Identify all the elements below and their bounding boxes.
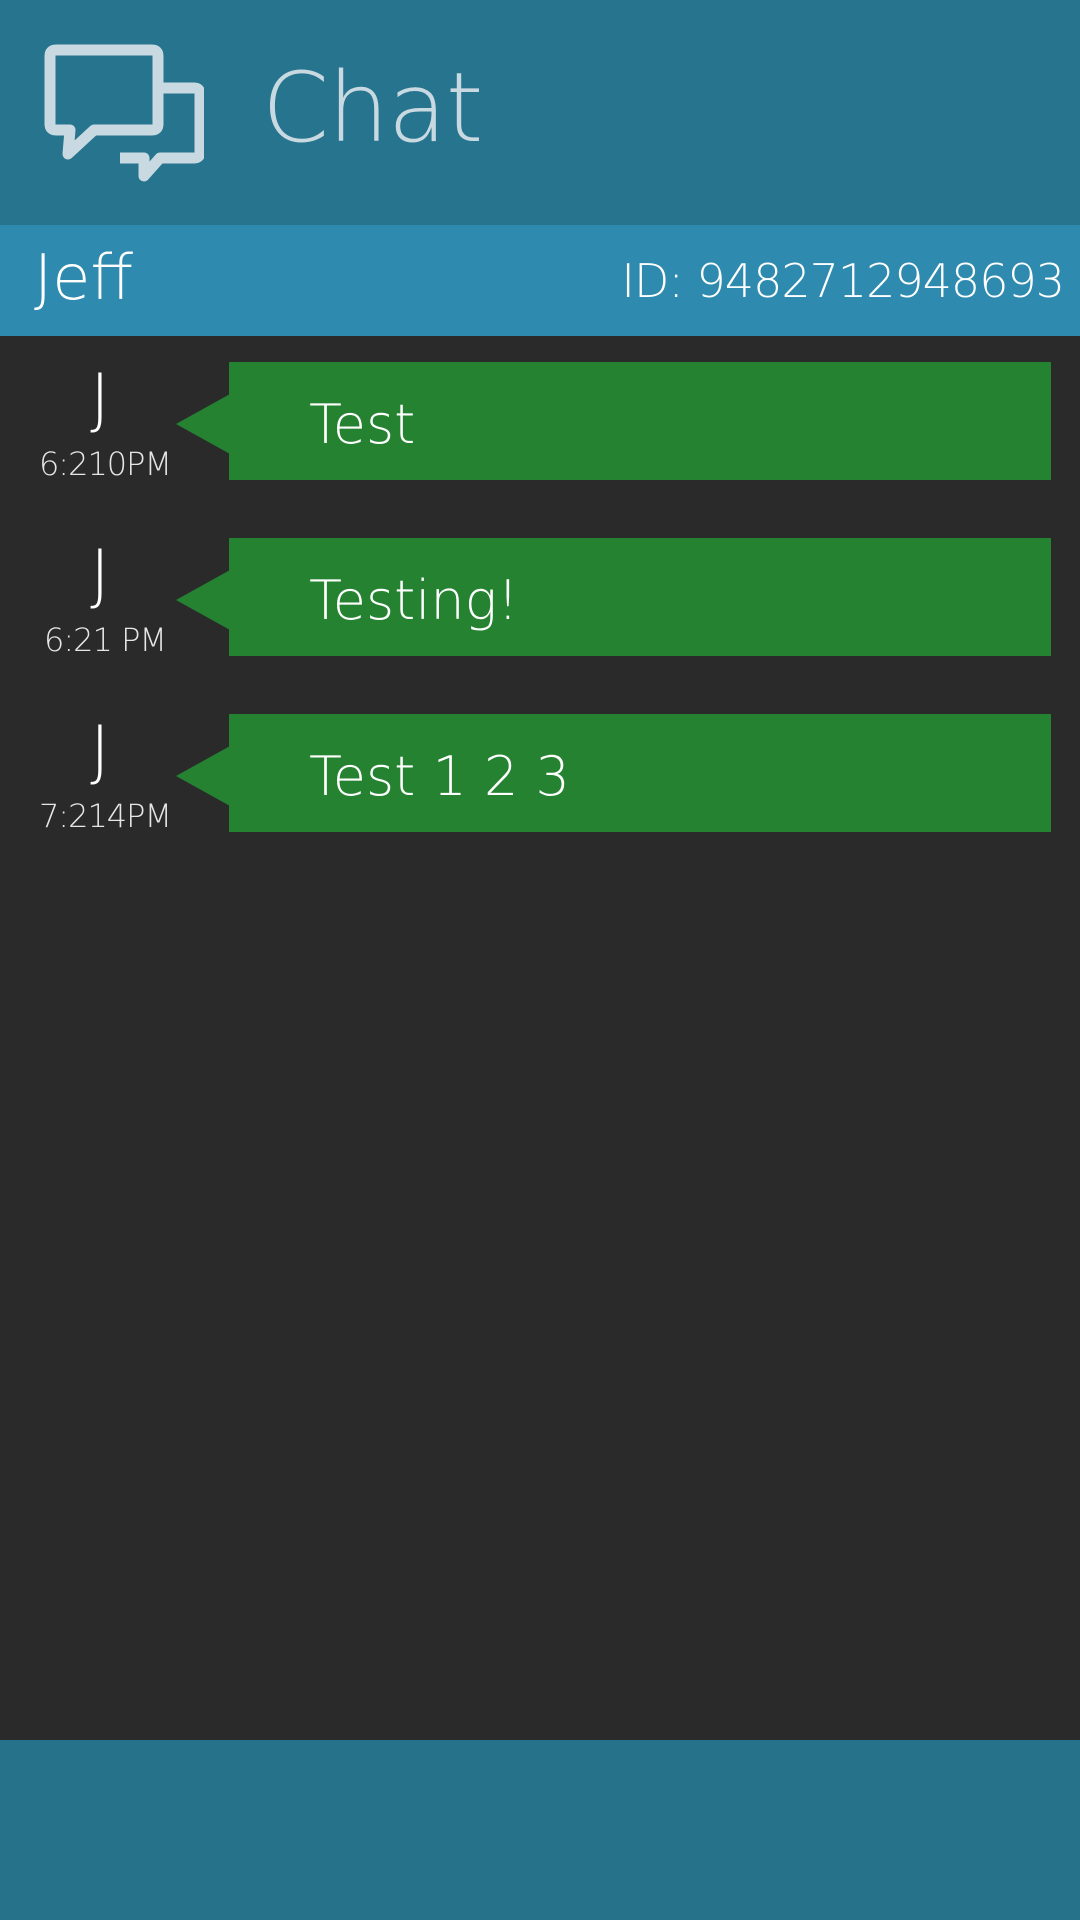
chat-bubbles-icon xyxy=(44,44,204,182)
bubble-tail xyxy=(176,570,230,630)
sender-avatar: J xyxy=(90,536,110,613)
sender-avatar: J xyxy=(90,712,110,789)
message-timestamp: 7:214PM xyxy=(38,797,172,835)
message-bubble[interactable]: Test 1 2 3 xyxy=(229,714,1051,832)
message-input-bar[interactable] xyxy=(0,1740,1080,1920)
bubble-tail xyxy=(176,394,230,454)
sender-avatar: J xyxy=(90,360,110,437)
app-title: Chat xyxy=(262,52,483,164)
message-text: Testing! xyxy=(309,569,519,632)
message-timestamp: 6:210PM xyxy=(38,445,172,483)
contact-name: Jeff xyxy=(34,241,134,314)
message-bubble[interactable]: Test xyxy=(229,362,1051,480)
chat-app: Chat Jeff ID: 9482712948693 J 6:210PM Te… xyxy=(0,0,1080,1920)
bubble-tail xyxy=(176,746,230,806)
contact-bar[interactable]: Jeff ID: 9482712948693 xyxy=(0,225,1080,336)
contact-id: ID: 9482712948693 xyxy=(621,254,1065,308)
message-item: J 6:21 PM Testing! xyxy=(0,538,1080,656)
message-text: Test xyxy=(309,393,416,456)
message-text: Test 1 2 3 xyxy=(309,745,570,808)
message-timestamp: 6:21 PM xyxy=(44,621,167,659)
message-item: J 6:210PM Test xyxy=(0,362,1080,480)
message-bubble[interactable]: Testing! xyxy=(229,538,1051,656)
message-list[interactable]: J 6:210PM Test J 6:21 PM Testing! J 7:21… xyxy=(0,336,1080,1740)
message-item: J 7:214PM Test 1 2 3 xyxy=(0,714,1080,832)
app-header: Chat xyxy=(0,0,1080,225)
